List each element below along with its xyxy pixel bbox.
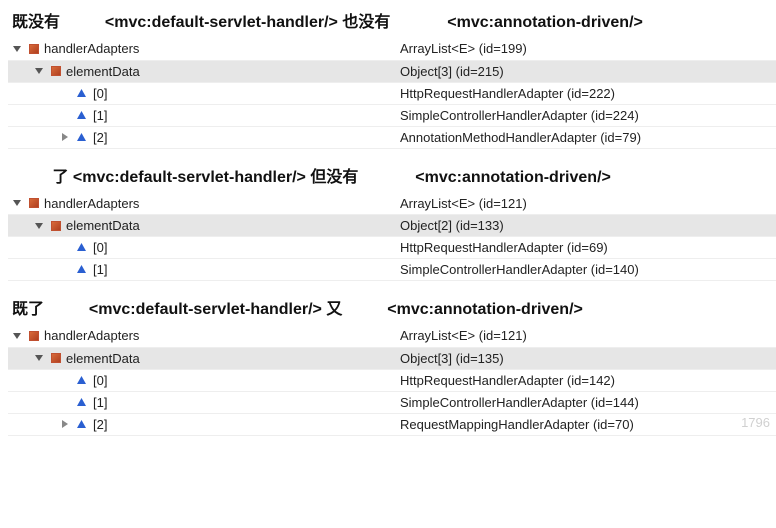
debug-table-1: handlerAdapters ArrayList<E> (id=199) el…: [8, 38, 776, 149]
var-name: [1]: [93, 262, 107, 277]
element-icon: [76, 375, 87, 386]
caption-tag1: <mvc:default-servlet-handler/>: [105, 14, 338, 31]
expand-icon[interactable]: [12, 331, 22, 341]
expand-icon[interactable]: [34, 221, 44, 231]
field-icon: [51, 66, 61, 76]
table-row[interactable]: elementData Object[2] (id=133): [8, 215, 776, 237]
var-name: [1]: [93, 108, 107, 123]
caption-tag2: <mvc:annotation-driven/>: [447, 14, 643, 31]
var-name: elementData: [66, 64, 140, 79]
field-icon: [51, 353, 61, 363]
expand-icon[interactable]: [12, 44, 22, 54]
section-2: 了 <mvc:default-servlet-handler/> 但没有 <mv…: [8, 163, 776, 282]
table-row[interactable]: [2] AnnotationMethodHandlerAdapter (id=7…: [8, 126, 776, 148]
caption-mid: 又: [326, 301, 342, 318]
var-name: elementData: [66, 218, 140, 233]
var-value: HttpRequestHandlerAdapter (id=69): [396, 237, 776, 259]
var-value: SimpleControllerHandlerAdapter (id=224): [396, 104, 776, 126]
var-value: ArrayList<E> (id=121): [396, 193, 776, 215]
field-icon: [29, 331, 39, 341]
field-icon: [51, 221, 61, 231]
var-name: [2]: [93, 130, 107, 145]
expand-icon[interactable]: [60, 132, 70, 142]
element-icon: [76, 132, 87, 143]
caption-1: 既没有 <mvc:default-servlet-handler/> 也没有 <…: [8, 8, 776, 32]
var-value: HttpRequestHandlerAdapter (id=142): [396, 369, 776, 391]
debug-table-2: handlerAdapters ArrayList<E> (id=121) el…: [8, 193, 776, 282]
var-value: SimpleControllerHandlerAdapter (id=140): [396, 259, 776, 281]
caption-tag1: <mvc:default-servlet-handler/>: [89, 301, 322, 318]
table-row[interactable]: handlerAdapters ArrayList<E> (id=121): [8, 193, 776, 215]
var-value: HttpRequestHandlerAdapter (id=222): [396, 82, 776, 104]
element-icon: [76, 264, 87, 275]
caption-mid: 但没有: [310, 169, 358, 186]
caption-2: 了 <mvc:default-servlet-handler/> 但没有 <mv…: [8, 163, 776, 187]
var-name: elementData: [66, 351, 140, 366]
element-icon: [76, 242, 87, 253]
caption-mid: 也没有: [342, 14, 390, 31]
var-value: Object[3] (id=135): [396, 347, 776, 369]
caption-tag2: <mvc:annotation-driven/>: [415, 169, 611, 186]
var-value: ArrayList<E> (id=121): [396, 325, 776, 347]
var-name: handlerAdapters: [44, 196, 139, 211]
element-icon: [76, 397, 87, 408]
expand-icon[interactable]: [12, 198, 22, 208]
table-row[interactable]: [0] HttpRequestHandlerAdapter (id=222): [8, 82, 776, 104]
expand-icon[interactable]: [60, 419, 70, 429]
element-icon: [76, 419, 87, 430]
var-name: [0]: [93, 240, 107, 255]
table-row[interactable]: handlerAdapters ArrayList<E> (id=121): [8, 325, 776, 347]
caption-pre: 了: [52, 169, 68, 186]
element-icon: [76, 88, 87, 99]
field-icon: [29, 198, 39, 208]
table-row[interactable]: [1] SimpleControllerHandlerAdapter (id=1…: [8, 391, 776, 413]
expand-icon[interactable]: [34, 66, 44, 76]
table-row[interactable]: [2] RequestMappingHandlerAdapter (id=70): [8, 413, 776, 435]
var-value: ArrayList<E> (id=199): [396, 38, 776, 60]
caption-tag1: <mvc:default-servlet-handler/>: [73, 169, 306, 186]
var-name: handlerAdapters: [44, 41, 139, 56]
caption-3: 既了 <mvc:default-servlet-handler/> 又 <mvc…: [8, 295, 776, 319]
var-name: [2]: [93, 417, 107, 432]
var-name: [0]: [93, 373, 107, 388]
section-1: 既没有 <mvc:default-servlet-handler/> 也没有 <…: [8, 8, 776, 149]
table-row[interactable]: elementData Object[3] (id=215): [8, 60, 776, 82]
var-name: [1]: [93, 395, 107, 410]
field-icon: [29, 44, 39, 54]
var-value: AnnotationMethodHandlerAdapter (id=79): [396, 126, 776, 148]
table-row[interactable]: [0] HttpRequestHandlerAdapter (id=69): [8, 237, 776, 259]
table-row[interactable]: elementData Object[3] (id=135): [8, 347, 776, 369]
var-value: Object[2] (id=133): [396, 215, 776, 237]
section-3: 既了 <mvc:default-servlet-handler/> 又 <mvc…: [8, 295, 776, 436]
var-name: handlerAdapters: [44, 328, 139, 343]
table-row[interactable]: handlerAdapters ArrayList<E> (id=199): [8, 38, 776, 60]
table-row[interactable]: [1] SimpleControllerHandlerAdapter (id=2…: [8, 104, 776, 126]
table-row[interactable]: [0] HttpRequestHandlerAdapter (id=142): [8, 369, 776, 391]
table-row[interactable]: [1] SimpleControllerHandlerAdapter (id=1…: [8, 259, 776, 281]
element-icon: [76, 110, 87, 121]
var-value: RequestMappingHandlerAdapter (id=70): [396, 413, 776, 435]
caption-pre: 既了: [12, 301, 44, 318]
debug-table-3: handlerAdapters ArrayList<E> (id=121) el…: [8, 325, 776, 436]
caption-pre: 既没有: [12, 14, 60, 31]
caption-tag2: <mvc:annotation-driven/>: [387, 301, 583, 318]
var-value: Object[3] (id=215): [396, 60, 776, 82]
var-name: [0]: [93, 86, 107, 101]
var-value: SimpleControllerHandlerAdapter (id=144): [396, 391, 776, 413]
expand-icon[interactable]: [34, 353, 44, 363]
